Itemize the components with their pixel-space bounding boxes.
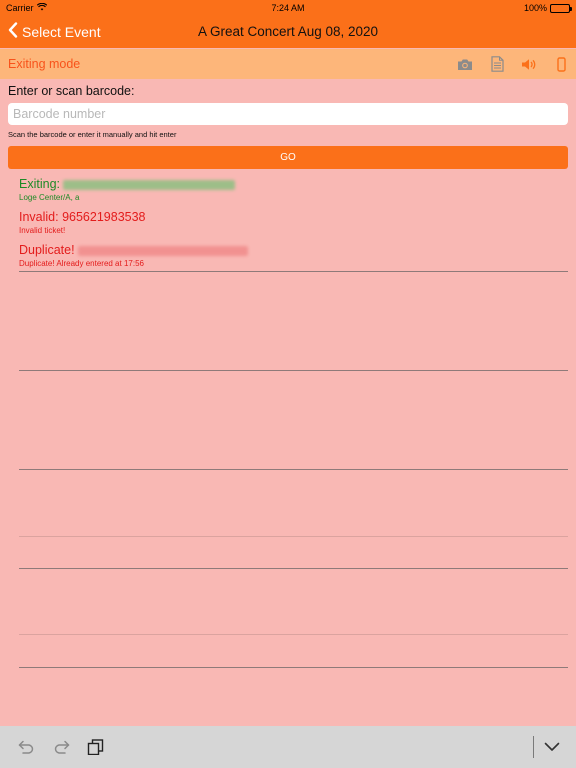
entry-detail: Invalid ticket! [19,226,66,235]
keyboard-shortcut-bar [0,726,576,768]
mode-bar: Exiting mode [0,49,576,79]
row-divider [19,568,568,569]
status-time: 7:24 AM [271,3,305,13]
row-divider [19,634,568,635]
entry-detail: Duplicate! Already entered at 17:56 [19,259,144,268]
mode-label: Exiting mode [8,57,81,71]
mode-bar-actions [456,55,570,73]
phone-icon[interactable] [552,55,570,73]
camera-icon[interactable] [456,55,474,73]
battery-info: 100% [523,3,572,13]
entry-status-line: Exiting: [19,177,569,191]
barcode-hint: Scan the barcode or enter it manually an… [8,130,177,139]
redacted-name [63,179,235,190]
entry-status: Duplicate! [19,243,75,257]
toolbar-divider [533,736,534,758]
go-button[interactable]: GO [8,146,568,169]
speaker-icon[interactable] [520,55,538,73]
entry-status: Invalid: 965621983538 [19,210,146,224]
row-divider [19,667,568,668]
status-bar: Carrier 7:24 AM 100% [0,0,576,16]
entry-status-line: Duplicate! [19,243,569,257]
redacted-name [77,245,248,256]
battery-icon [550,3,572,13]
barcode-input[interactable] [8,103,568,125]
redo-icon[interactable] [51,738,71,756]
entry-detail: Loge Center/A, a [19,193,80,202]
document-icon[interactable] [488,55,506,73]
list-item[interactable]: Exiting: Loge Center/A, a [19,177,569,202]
navigation-bar: Select Event A Great Concert Aug 08, 202… [0,16,576,48]
barcode-prompt: Enter or scan barcode: [8,84,135,98]
undo-icon[interactable] [17,738,37,756]
entry-status: Exiting: [19,177,60,191]
keyboard-dismiss-icon[interactable] [542,738,562,756]
page-title: A Great Concert Aug 08, 2020 [197,24,379,39]
row-divider [19,536,568,537]
list-item[interactable]: Invalid: 965621983538 Invalid ticket! [19,210,569,235]
row-divider [19,271,568,272]
list-item[interactable]: Duplicate! Duplicate! Already entered at… [19,243,569,268]
paste-icon[interactable] [86,738,106,756]
battery-percent: 100% [523,3,547,13]
row-divider [19,370,568,371]
row-divider [19,469,568,470]
